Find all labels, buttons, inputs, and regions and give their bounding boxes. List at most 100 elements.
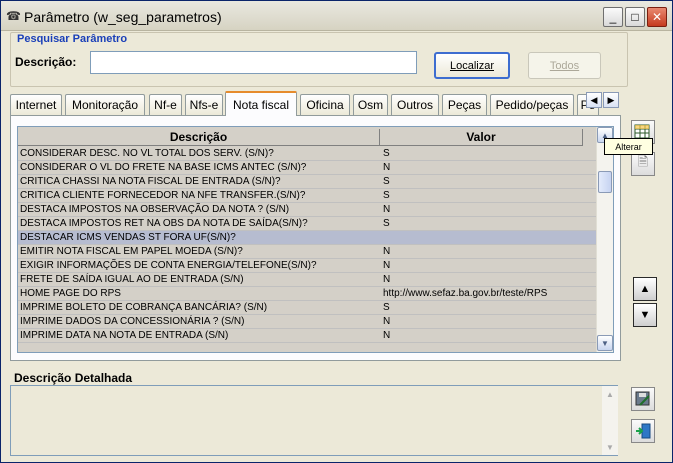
cell-descricao: DESTACA IMPOSTOS NA OBSERVAÇÃO DA NOTA ?… xyxy=(20,204,290,215)
cell-descricao: CRITICA CLIENTE FORNECEDOR NA NFE TRANSF… xyxy=(20,190,306,201)
title-bar[interactable]: ☎ Parâmetro (w_seg_parametros) _ □ ✕ xyxy=(1,1,672,31)
tab-outros[interactable]: Outros xyxy=(391,94,439,115)
cell-valor: S xyxy=(383,190,390,201)
table-row[interactable]: IMPRIME BOLETO DE COBRANÇA BANCÁRIA? (S/… xyxy=(18,301,596,315)
cell-descricao: CONSIDERAR O VL DO FRETE NA BASE ICMS AN… xyxy=(20,162,307,173)
table-row[interactable]: CONSIDERAR DESC. NO VL TOTAL DOS SERV. (… xyxy=(18,147,596,161)
tab-monitoracao[interactable]: Monitoração xyxy=(65,94,145,115)
client-area: Pesquisar Parâmetro Descrição: Localizar… xyxy=(7,31,666,459)
column-header-descricao[interactable]: Descrição xyxy=(18,129,380,146)
table-row[interactable]: HOME PAGE DO RPS http://www.sefaz.ba.gov.… xyxy=(18,287,596,301)
exit-button[interactable] xyxy=(631,419,655,443)
move-up-button[interactable]: ▲ xyxy=(633,277,657,301)
table-row[interactable]: FRETE DE SAÍDA IGUAL AO DE ENTRADA (S/N)… xyxy=(18,273,596,287)
table-row[interactable]: CRITICA CHASSI NA NOTA FISCAL DE ENTRADA… xyxy=(18,175,596,189)
detail-scrollbar[interactable]: ▲ ▼ xyxy=(602,386,618,455)
todos-label: Todos xyxy=(549,59,580,72)
grid-body: CONSIDERAR DESC. NO VL TOTAL DOS SERV. (… xyxy=(18,147,596,343)
tab-nfse[interactable]: Nfs-e xyxy=(185,94,223,115)
cell-valor: S xyxy=(383,218,390,229)
secondary-action-button[interactable]: 🗎 xyxy=(631,152,655,176)
table-row[interactable]: CRITICA CLIENTE FORNECEDOR NA NFE TRANSF… xyxy=(18,189,596,203)
cell-valor: N xyxy=(383,204,391,215)
tab-osm[interactable]: Osm xyxy=(353,94,388,115)
description-label: Descrição: xyxy=(15,55,77,69)
table-row[interactable]: DESTACA IMPOSTOS RET NA OBS DA NOTA DE S… xyxy=(18,217,596,231)
cell-valor: N xyxy=(383,246,391,257)
minimize-button[interactable]: _ xyxy=(603,7,623,27)
main-window: ☎ Parâmetro (w_seg_parametros) _ □ ✕ Pes… xyxy=(0,0,673,463)
cell-descricao: EMITIR NOTA FISCAL EM PAPEL MOEDA (S/N)? xyxy=(20,246,243,257)
window-title: Parâmetro (w_seg_parametros) xyxy=(24,9,222,25)
minimize-icon: _ xyxy=(609,10,617,24)
cell-valor: S xyxy=(383,302,390,313)
localizar-button[interactable]: Localizar xyxy=(434,52,510,79)
cell-valor: N xyxy=(383,260,391,271)
page-icon: 🗎 xyxy=(637,154,649,169)
table-row[interactable]: IMPRIME DATA NA NOTA DE ENTRADA (S/N) N xyxy=(18,329,596,343)
table-row[interactable]: CONSIDERAR O VL DO FRETE NA BASE ICMS AN… xyxy=(18,161,596,175)
detail-textarea[interactable] xyxy=(10,385,618,456)
table-row[interactable]: DESTACAR ICMS VENDAS ST FORA UF(S/N)? xyxy=(18,231,596,245)
arrow-right-icon: ▶ xyxy=(607,94,615,105)
search-section-label: Pesquisar Parâmetro xyxy=(17,33,128,45)
cell-valor: N xyxy=(383,316,391,327)
tab-pedido-pecas[interactable]: Pedido/peças xyxy=(490,94,574,115)
cell-descricao: IMPRIME BOLETO DE COBRANÇA BANCÁRIA? (S/… xyxy=(20,302,268,313)
cell-descricao: CRITICA CHASSI NA NOTA FISCAL DE ENTRADA… xyxy=(20,176,281,187)
scroll-thumb[interactable] xyxy=(598,171,612,193)
localizar-label: Localizar xyxy=(449,59,495,72)
cell-descricao: CONSIDERAR DESC. NO VL TOTAL DOS SERV. (… xyxy=(20,148,274,159)
detail-scroll-up-icon[interactable]: ▲ xyxy=(602,386,618,402)
table-row[interactable]: EMITIR NOTA FISCAL EM PAPEL MOEDA (S/N)?… xyxy=(18,245,596,259)
tab-internet[interactable]: Internet xyxy=(10,94,62,115)
tab-scroll-left-button[interactable]: ◀ xyxy=(586,92,602,108)
tab-scroll-right-button[interactable]: ▶ xyxy=(603,92,619,108)
cell-descricao: FRETE DE SAÍDA IGUAL AO DE ENTRADA (S/N) xyxy=(20,274,244,285)
cell-valor: S xyxy=(383,176,390,187)
tab-oficina[interactable]: Oficina xyxy=(300,94,350,115)
maximize-button[interactable]: □ xyxy=(625,7,645,27)
table-row[interactable]: IMPRIME DADOS DA CONCESSIONÁRIA ? (S/N) N xyxy=(18,315,596,329)
grid-header: Descrição Valor xyxy=(18,129,596,146)
detail-scroll-down-icon[interactable]: ▼ xyxy=(602,439,618,455)
tab-nfe[interactable]: Nf-e xyxy=(149,94,182,115)
tab-bar: Internet Monitoração Nf-e Nfs-e Nota fis… xyxy=(10,91,620,116)
column-header-valor[interactable]: Valor xyxy=(380,129,583,146)
scroll-down-button[interactable]: ▼ xyxy=(597,335,613,351)
close-button[interactable]: ✕ xyxy=(647,7,667,27)
detail-label: Descrição Detalhada xyxy=(14,371,133,385)
maximize-icon: □ xyxy=(631,10,639,24)
table-row[interactable]: DESTACA IMPOSTOS NA OBSERVAÇÃO DA NOTA ?… xyxy=(18,203,596,217)
door-exit-icon xyxy=(636,423,651,439)
parameter-grid: Descrição Valor CONSIDERAR DESC. NO VL T… xyxy=(17,126,614,353)
cell-descricao: DESTACA IMPOSTOS RET NA OBS DA NOTA DE S… xyxy=(20,218,308,229)
table-row[interactable]: EXIGIR INFORMAÇÕES DE CONTA ENERGIA/TELE… xyxy=(18,259,596,273)
cell-descricao: EXIGIR INFORMAÇÕES DE CONTA ENERGIA/TELE… xyxy=(20,260,317,271)
tab-nota-fiscal[interactable]: Nota fiscal xyxy=(225,91,297,116)
move-down-button[interactable]: ▼ xyxy=(633,303,657,327)
tab-pecas[interactable]: Peças xyxy=(442,94,487,115)
triangle-up-icon: ▲ xyxy=(639,283,651,295)
close-icon: ✕ xyxy=(651,10,663,24)
cell-valor: S xyxy=(383,148,390,159)
arrow-left-icon: ◀ xyxy=(590,94,598,105)
todos-button[interactable]: Todos xyxy=(528,52,601,79)
grid-vertical-scrollbar[interactable]: ▲ ▼ xyxy=(596,127,613,352)
cell-valor: N xyxy=(383,274,391,285)
cell-valor: N xyxy=(383,330,391,341)
tab-panel-nota-fiscal: Descrição Valor CONSIDERAR DESC. NO VL T… xyxy=(10,115,621,361)
cell-valor: http://www.sefaz.ba.gov.br/teste/RPS xyxy=(383,288,548,299)
description-input[interactable] xyxy=(90,51,417,74)
cell-valor: N xyxy=(383,162,391,173)
cell-descricao: HOME PAGE DO RPS xyxy=(20,288,121,299)
cell-descricao: IMPRIME DADOS DA CONCESSIONÁRIA ? (S/N) xyxy=(20,316,245,327)
app-icon: ☎ xyxy=(6,9,21,23)
tooltip-alterar: Alterar xyxy=(604,138,653,155)
cell-descricao: IMPRIME DATA NA NOTA DE ENTRADA (S/N) xyxy=(20,330,229,341)
chevron-down-icon: ▼ xyxy=(601,338,609,348)
triangle-down-icon: ▼ xyxy=(639,309,651,321)
cell-descricao: DESTACAR ICMS VENDAS ST FORA UF(S/N)? xyxy=(20,232,236,243)
disk-edit-icon xyxy=(635,391,650,406)
save-button[interactable] xyxy=(631,387,655,411)
